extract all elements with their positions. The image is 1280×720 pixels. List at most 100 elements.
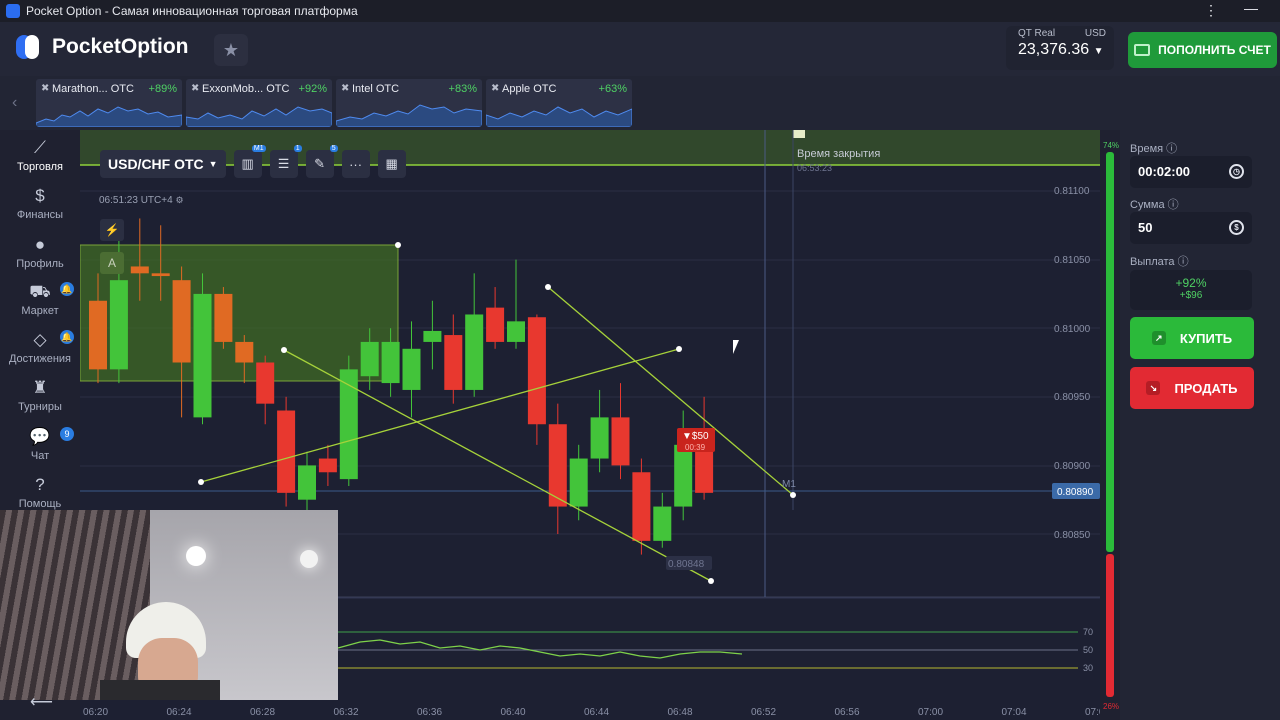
candle-body bbox=[444, 335, 463, 390]
arrow-down-icon: ↘ bbox=[1146, 381, 1161, 395]
time-tick-label: 07:0 bbox=[1085, 707, 1100, 718]
time-tick-label: 06:24 bbox=[167, 707, 192, 718]
candle-body bbox=[360, 341, 379, 377]
gear-icon: ⚙ bbox=[175, 195, 184, 205]
time-input[interactable]: 00:02:00 ◷ bbox=[1130, 156, 1252, 188]
chevron-down-icon: ▼ bbox=[1093, 46, 1104, 57]
flag-icon bbox=[793, 130, 805, 138]
chevron-down-icon: ▼ bbox=[208, 159, 218, 169]
user-icon: ● bbox=[34, 235, 46, 254]
candle-body bbox=[527, 317, 546, 425]
sidebar-item-finance[interactable]: $ Финансы bbox=[0, 186, 80, 221]
chevron-left-icon[interactable]: ‹ bbox=[12, 94, 17, 112]
payout-box: +92% +$96 bbox=[1130, 270, 1252, 310]
chart-line-icon: ⟋ bbox=[34, 138, 46, 157]
trade-timer: 00:39 bbox=[685, 443, 706, 452]
candle-body bbox=[632, 472, 651, 541]
sidebar-item-achievements[interactable]: 🔔 ◇ Достижения bbox=[0, 330, 80, 365]
candle-body bbox=[674, 444, 693, 507]
svg-text:50: 50 bbox=[1083, 645, 1093, 655]
svg-text:0.81100: 0.81100 bbox=[1054, 186, 1090, 197]
trophy-icon: ♜ bbox=[32, 378, 48, 397]
help-icon: ⓘ bbox=[1166, 143, 1178, 155]
ticker-sparkline bbox=[336, 104, 482, 127]
candle-body bbox=[339, 369, 358, 480]
layout-grid-button[interactable]: ▦ bbox=[377, 150, 406, 178]
more-options-icon[interactable]: ⋮ bbox=[1204, 2, 1218, 19]
close-time-label: Время закрытия bbox=[797, 148, 880, 160]
clock-icon[interactable]: ◷ bbox=[1229, 164, 1244, 179]
candle-body bbox=[402, 348, 421, 390]
sidebar-item-help[interactable]: ? Помощь bbox=[0, 475, 80, 510]
trade-panel: Время ⓘ 00:02:00 ◷ Сумма ⓘ 50 $ Выплата … bbox=[1120, 130, 1280, 720]
close-icon[interactable]: ✖ bbox=[341, 83, 349, 94]
quick-trade-icon[interactable]: ⚡ bbox=[100, 219, 124, 241]
auto-scale-icon[interactable]: A bbox=[100, 252, 124, 274]
favorite-star-icon[interactable]: ★ bbox=[214, 34, 248, 66]
buy-button[interactable]: ↗ КУПИТЬ bbox=[1130, 317, 1254, 359]
time-tick-label: 06:56 bbox=[835, 707, 860, 718]
dollar-icon[interactable]: $ bbox=[1229, 220, 1244, 235]
svg-text:30: 30 bbox=[1083, 663, 1093, 673]
candle-body bbox=[653, 506, 672, 541]
ticker-card[interactable]: ✖ Marathon... OTC +89% bbox=[36, 79, 182, 127]
candle-body bbox=[381, 341, 400, 384]
ticker-sparkline bbox=[186, 106, 332, 127]
sidebar-item-trading[interactable]: ⟋ Торговля bbox=[0, 138, 80, 173]
candle-body bbox=[193, 293, 212, 418]
help-icon: ⓘ bbox=[1177, 256, 1189, 268]
asset-ticker-strip: ‹ ✖ Marathon... OTC +89% ✖ ExxonMob... O… bbox=[0, 76, 1280, 130]
candle-body bbox=[109, 280, 128, 370]
ticker-card[interactable]: ✖ Apple OTC +63% bbox=[486, 79, 632, 127]
time-tick-label: 06:40 bbox=[501, 707, 526, 718]
more-button[interactable]: ··· bbox=[341, 150, 370, 178]
sidebar-item-tournaments[interactable]: ♜ Турниры bbox=[0, 378, 80, 413]
arrow-left-icon[interactable]: ⟵ bbox=[30, 692, 53, 712]
time-tick-label: 07:04 bbox=[1002, 707, 1027, 718]
svg-text:0.81050: 0.81050 bbox=[1054, 255, 1091, 266]
sidebar-item-profile[interactable]: ● Профиль bbox=[0, 235, 80, 270]
time-tick-label: 06:32 bbox=[334, 707, 359, 718]
amount-input[interactable]: 50 $ bbox=[1130, 212, 1252, 244]
app-icon bbox=[6, 4, 20, 18]
candle-body bbox=[465, 314, 484, 390]
account-selector[interactable]: QT Real USD 23,376.36 ▼ bbox=[1006, 26, 1114, 70]
deposit-button[interactable]: ПОПОЛНИТЬ СЧЕТ bbox=[1128, 32, 1277, 68]
mouse-cursor-icon bbox=[733, 340, 739, 354]
close-icon[interactable]: ✖ bbox=[491, 83, 499, 94]
drawings-button[interactable]: 5 ✎ bbox=[305, 145, 338, 178]
low-price-label: 0.80848 bbox=[668, 559, 705, 570]
asset-selector[interactable]: USD/CHF OTC ▼ bbox=[100, 150, 226, 178]
time-tick-label: 06:36 bbox=[417, 707, 442, 718]
ticker-card[interactable]: ✖ ExxonMob... OTC +92% bbox=[186, 79, 332, 127]
ticker-sparkline bbox=[36, 106, 182, 127]
sidebar-item-chat[interactable]: 9 💬 Чат bbox=[0, 427, 80, 462]
time-axis: 06:20 06:24 06:28 06:32 06:36 06:40 06:44 06:48… bbox=[83, 707, 1100, 718]
close-icon[interactable]: ✖ bbox=[41, 83, 49, 94]
candle-body bbox=[256, 362, 275, 404]
app-header: PocketOption ★ QT Real USD 23,376.36 ▼ П… bbox=[0, 22, 1280, 76]
logo-mark-icon bbox=[16, 34, 46, 60]
ticker-sparkline bbox=[486, 106, 632, 127]
indicators-button[interactable]: 1 ☰ bbox=[269, 145, 302, 178]
trader-sentiment-bar bbox=[1106, 152, 1114, 697]
brush-icon: ✎ bbox=[314, 156, 326, 171]
sidebar-item-market[interactable]: 🔔 ⛟ Маркет bbox=[0, 282, 80, 317]
chart-type-button[interactable]: M1 ▥ bbox=[233, 145, 266, 178]
sentiment-bottom-pct: 26% bbox=[1103, 702, 1120, 711]
arrow-up-icon: ↗ bbox=[1151, 331, 1166, 345]
chart-toolbar: USD/CHF OTC ▼ M1 ▥ 1 ☰ 5 ✎ ··· ▦ bbox=[100, 145, 406, 178]
candle-body bbox=[89, 300, 107, 370]
ticker-card[interactable]: ✖ Intel OTC +83% bbox=[336, 79, 482, 127]
candle-body bbox=[507, 321, 525, 342]
logo[interactable]: PocketOption bbox=[16, 34, 189, 60]
payout-label: Выплата ⓘ bbox=[1130, 256, 1189, 268]
candle-body bbox=[151, 273, 170, 277]
payout-percent: +92% bbox=[1175, 276, 1207, 290]
minimize-button[interactable]: — bbox=[1244, 0, 1258, 16]
close-icon[interactable]: ✖ bbox=[191, 83, 199, 94]
current-price: 0.80890 bbox=[1057, 487, 1094, 498]
account-type: QT Real bbox=[1018, 28, 1056, 39]
time-tick-label: 06:28 bbox=[250, 707, 275, 718]
sell-button[interactable]: ↘ ПРОДАТЬ bbox=[1130, 367, 1254, 409]
